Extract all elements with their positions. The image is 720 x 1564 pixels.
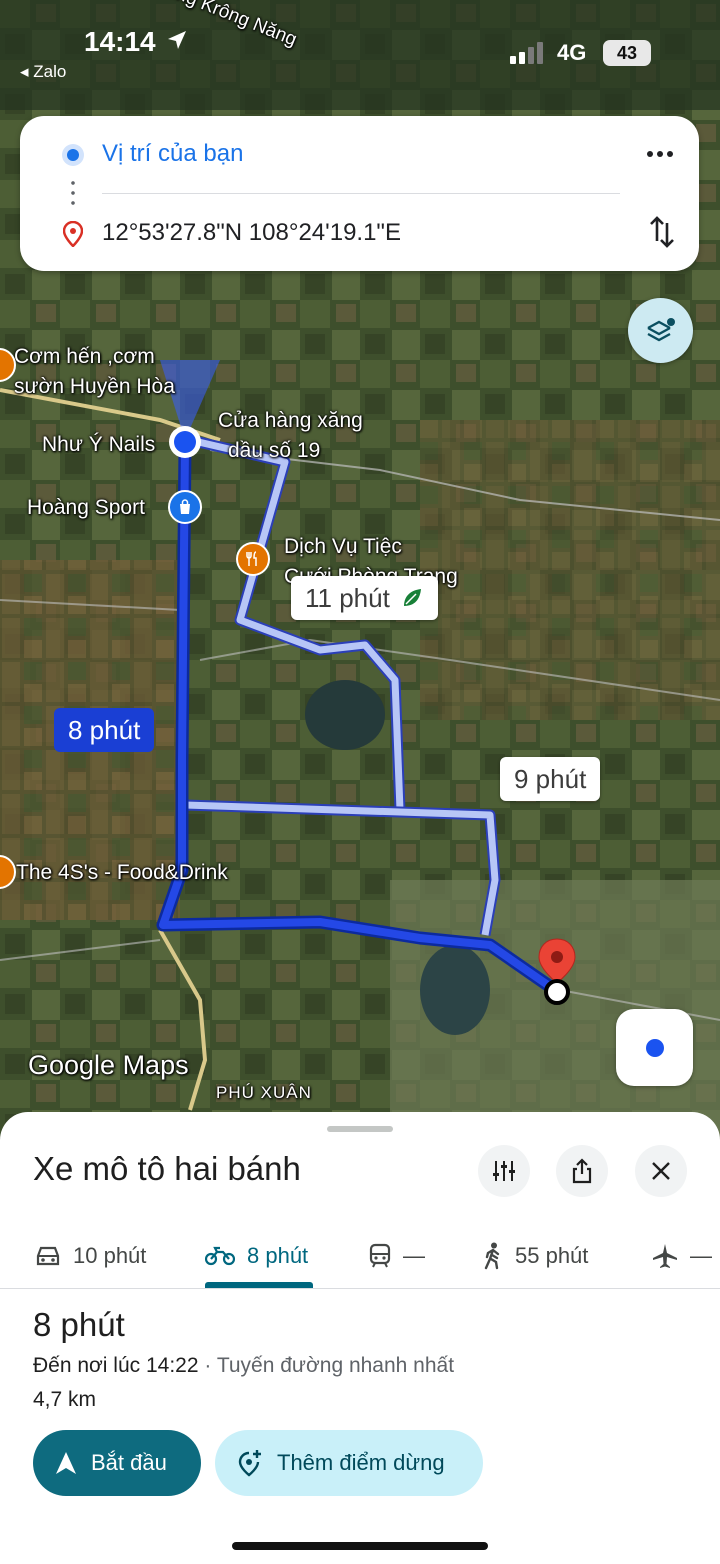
- motorbike-icon: [205, 1246, 235, 1266]
- directions-bottom-sheet: Xe mô tô hai bánh 10 phút 8 phút — 55 ph…: [0, 1112, 720, 1564]
- route-dots-icon: [71, 178, 75, 208]
- add-stop-button-label: Thêm điểm dừng: [277, 1450, 445, 1475]
- tune-icon: [493, 1161, 515, 1181]
- battery-icon: 43: [603, 40, 651, 66]
- poi-label-tiec[interactable]: Dịch Vụ Tiệc: [284, 535, 402, 559]
- alt-route-1-time-label[interactable]: 11 phút: [291, 576, 438, 620]
- poi-label-xang[interactable]: Cửa hàng xăng: [218, 409, 363, 433]
- main-route-time-label[interactable]: 8 phút: [54, 708, 155, 752]
- route-distance: 4,7 km: [33, 1388, 97, 1411]
- tab-transit-label: —: [403, 1243, 425, 1268]
- transit-icon: [369, 1243, 391, 1268]
- close-icon: [652, 1162, 670, 1180]
- destination-marker-icon: [63, 221, 83, 247]
- my-location-button[interactable]: [616, 1009, 693, 1086]
- route-note: · Tuyến đường nhanh nhất: [198, 1354, 455, 1377]
- home-indicator[interactable]: [232, 1542, 488, 1550]
- tab-motorbike-label: 8 phút: [247, 1243, 309, 1268]
- tab-car-label: 10 phút: [73, 1243, 147, 1268]
- field-divider: [102, 193, 620, 194]
- layers-button[interactable]: [628, 298, 693, 363]
- share-button[interactable]: [556, 1145, 608, 1197]
- swap-icon[interactable]: [648, 215, 676, 249]
- current-location-dot-icon[interactable]: [169, 426, 201, 458]
- directions-card: Vị trí của bạn 12°53'27.8"N 108°24'19.1"…: [20, 116, 699, 271]
- tab-motorbike[interactable]: 8 phút: [205, 1224, 308, 1288]
- alt-route-2-time-label[interactable]: 9 phút: [500, 757, 601, 801]
- tab-walk-label: 55 phút: [515, 1243, 589, 1268]
- back-to-zalo[interactable]: ◂ Zalo: [20, 62, 66, 82]
- destination-pin-icon[interactable]: [537, 937, 577, 1012]
- destination-field[interactable]: 12°53'27.8"N 108°24'19.1"E: [102, 219, 401, 247]
- flight-icon: [653, 1244, 677, 1268]
- route-options-button[interactable]: [478, 1145, 530, 1197]
- tab-car[interactable]: 10 phút: [35, 1224, 146, 1288]
- car-icon: [36, 1246, 60, 1266]
- poi-label-com-hen-2[interactable]: sườn Huyền Hòa: [14, 375, 175, 399]
- travel-mode-tabs: 10 phút 8 phút — 55 phút —: [0, 1224, 720, 1288]
- walk-icon: [484, 1242, 500, 1270]
- sheet-drag-handle[interactable]: [327, 1126, 393, 1132]
- tab-flight-label: —: [690, 1243, 712, 1268]
- poi-label-4s[interactable]: The 4S's - Food&Drink: [16, 861, 228, 885]
- origin-field[interactable]: Vị trí của bạn: [102, 140, 243, 168]
- poi-label-sport[interactable]: Hoàng Sport: [27, 496, 145, 520]
- layers-icon: [646, 317, 675, 341]
- main-route-time: 8 phút: [68, 714, 141, 745]
- location-arrow-icon: [168, 31, 186, 49]
- share-icon: [572, 1158, 592, 1184]
- poi-label-com-hen[interactable]: Cơm hến ,cơm: [14, 345, 155, 369]
- restaurant-icon[interactable]: [236, 542, 270, 576]
- close-button[interactable]: [635, 1145, 687, 1197]
- my-location-icon: [645, 1038, 664, 1057]
- alt-route-1-time: 11 phút: [305, 582, 390, 613]
- arrival-info: Đến nơi lúc 14:22 · Tuyến đường nhanh nh…: [33, 1354, 454, 1378]
- add-stop-button[interactable]: Thêm điểm dừng: [215, 1430, 483, 1496]
- arrival-time: Đến nơi lúc 14:22: [33, 1354, 199, 1377]
- map-view[interactable]: Sông Krông Năng Cơm hến ,cơm sườn Huyền …: [0, 0, 720, 1160]
- status-bar: 14:14 ◂ Zalo 4G 43: [0, 0, 720, 95]
- sheet-title: Xe mô tô hai bánh: [33, 1150, 301, 1187]
- network-type: 4G: [557, 40, 587, 65]
- eco-leaf-icon: [403, 589, 421, 606]
- alt-route-2-time: 9 phút: [514, 763, 587, 794]
- route-duration: 8 phút: [33, 1306, 125, 1343]
- origin-dot-icon: [62, 144, 84, 166]
- more-options-icon[interactable]: [642, 140, 678, 168]
- status-time: 14:14: [84, 26, 156, 57]
- tabs-divider: [0, 1288, 720, 1289]
- tab-flight[interactable]: —: [652, 1224, 712, 1288]
- tab-transit[interactable]: —: [369, 1224, 425, 1288]
- start-button[interactable]: Bắt đầu: [33, 1430, 201, 1496]
- signal-icon: [510, 42, 543, 64]
- poi-label-nails[interactable]: Như Ý Nails: [42, 433, 155, 457]
- shopping-bag-icon[interactable]: [168, 490, 202, 524]
- tab-walk[interactable]: 55 phút: [483, 1224, 588, 1288]
- start-button-label: Bắt đầu: [91, 1450, 167, 1475]
- navigation-arrow-icon: [56, 1452, 76, 1474]
- add-location-icon: [238, 1450, 261, 1477]
- poi-label-xang-2[interactable]: dầu số 19: [228, 439, 320, 463]
- google-maps-watermark: Google Maps: [28, 1050, 189, 1080]
- area-label-phu-xuan: PHÚ XUÂN: [216, 1083, 312, 1102]
